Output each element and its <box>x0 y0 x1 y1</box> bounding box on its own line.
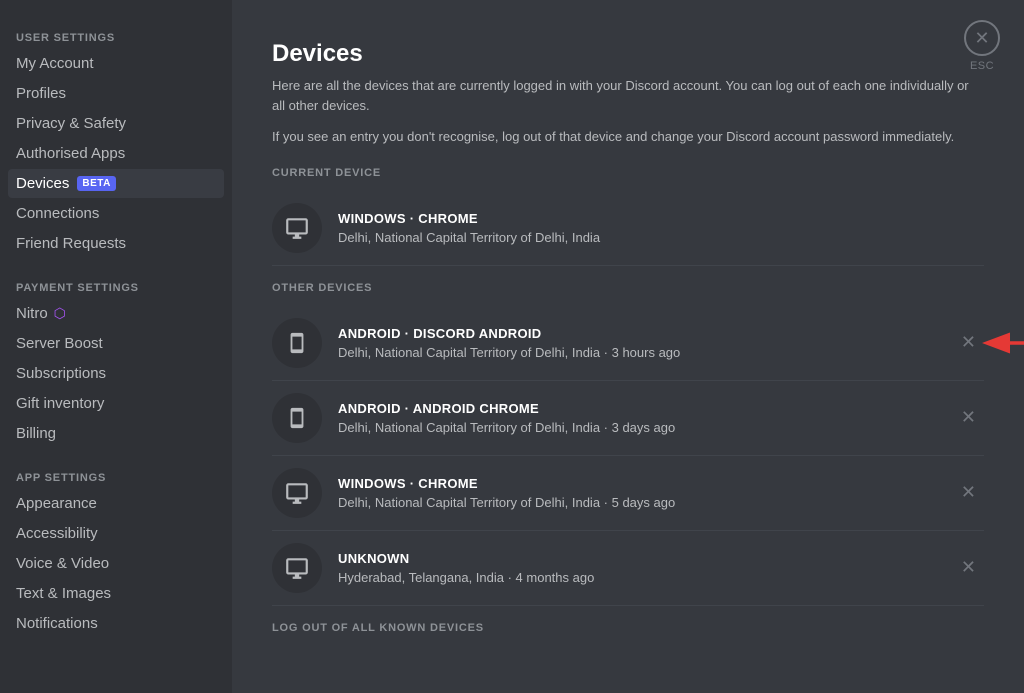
sidebar-item-authorised-apps[interactable]: Authorised Apps <box>8 139 224 168</box>
nitro-icon: ⬡ <box>54 305 66 322</box>
remove-device-button[interactable]: ✕ <box>953 328 984 357</box>
device-icon-mobile <box>272 318 322 368</box>
other-device-item: ANDROID · DISCORD ANDROID Delhi, Nationa… <box>272 306 984 381</box>
other-device-location: Hyderabad, Telangana, India · 4 months a… <box>338 570 953 585</box>
device-icon-desktop <box>272 543 322 593</box>
other-device-name: WINDOWS · CHROME <box>338 476 953 491</box>
sidebar-item-server-boost[interactable]: Server Boost <box>8 329 224 358</box>
sidebar-item-label: Text & Images <box>16 585 111 602</box>
log-out-section: LOG OUT OF ALL KNOWN DEVICES <box>272 622 984 634</box>
sidebar-item-label: Notifications <box>16 615 98 632</box>
sidebar-item-label: Privacy & Safety <box>16 115 126 132</box>
main-content: ✕ ESC Devices Here are all the devices t… <box>232 0 1024 693</box>
current-device-location: Delhi, National Capital Territory of Del… <box>338 230 984 245</box>
sidebar-item-subscriptions[interactable]: Subscriptions <box>8 359 224 388</box>
other-device-info: WINDOWS · CHROME Delhi, National Capital… <box>338 476 953 510</box>
sidebar-item-label: Friend Requests <box>16 235 126 252</box>
current-device-item: WINDOWS · CHROME Delhi, National Capital… <box>272 191 984 266</box>
mobile-icon <box>286 330 308 356</box>
sidebar-item-label: Profiles <box>16 85 66 102</box>
remove-device-button[interactable]: ✕ <box>953 478 984 507</box>
log-out-label: LOG OUT OF ALL KNOWN DEVICES <box>272 622 984 634</box>
sidebar-item-label: Server Boost <box>16 335 103 352</box>
device-icon-desktop <box>272 468 322 518</box>
sidebar-item-connections[interactable]: Connections <box>8 199 224 228</box>
sidebar-item-label: Accessibility <box>16 525 98 542</box>
current-device-info: WINDOWS · CHROME Delhi, National Capital… <box>338 211 984 245</box>
other-device-item: WINDOWS · CHROME Delhi, National Capital… <box>272 456 984 531</box>
other-device-item: UNKNOWN Hyderabad, Telangana, India · 4 … <box>272 531 984 606</box>
other-devices-label: OTHER DEVICES <box>272 282 984 294</box>
other-device-info: ANDROID · ANDROID CHROME Delhi, National… <box>338 401 953 435</box>
sidebar: USER SETTINGS My Account Profiles Privac… <box>0 0 232 693</box>
sidebar-item-notifications[interactable]: Notifications <box>8 609 224 638</box>
other-device-location: Delhi, National Capital Territory of Del… <box>338 420 953 435</box>
other-device-item: ANDROID · ANDROID CHROME Delhi, National… <box>272 381 984 456</box>
page-title: Devices <box>272 40 984 68</box>
other-device-location: Delhi, National Capital Territory of Del… <box>338 495 953 510</box>
other-device-info: ANDROID · DISCORD ANDROID Delhi, Nationa… <box>338 326 953 360</box>
other-device-location: Delhi, National Capital Territory of Del… <box>338 345 953 360</box>
sidebar-item-label: Authorised Apps <box>16 145 125 162</box>
user-settings-label: USER SETTINGS <box>8 24 224 48</box>
sidebar-item-label: Voice & Video <box>16 555 109 572</box>
sidebar-item-label: Appearance <box>16 495 97 512</box>
sidebar-item-billing[interactable]: Billing <box>8 419 224 448</box>
current-device-label: CURRENT DEVICE <box>272 167 984 179</box>
desktop-icon <box>284 555 310 581</box>
remove-device-button[interactable]: ✕ <box>953 553 984 582</box>
sidebar-item-appearance[interactable]: Appearance <box>8 489 224 518</box>
other-device-name: UNKNOWN <box>338 551 953 566</box>
sidebar-item-label: Subscriptions <box>16 365 106 382</box>
current-device-name: WINDOWS · CHROME <box>338 211 984 226</box>
page-description: Here are all the devices that are curren… <box>272 76 984 115</box>
sidebar-item-label: Billing <box>16 425 56 442</box>
sidebar-item-accessibility[interactable]: Accessibility <box>8 519 224 548</box>
sidebar-item-privacy-safety[interactable]: Privacy & Safety <box>8 109 224 138</box>
sidebar-item-label: Gift inventory <box>16 395 104 412</box>
other-devices-section: OTHER DEVICES ANDROID · DISCORD ANDROID … <box>272 282 984 606</box>
other-device-name: ANDROID · DISCORD ANDROID <box>338 326 953 341</box>
sidebar-item-label: Devices <box>16 175 69 192</box>
sidebar-item-friend-requests[interactable]: Friend Requests <box>8 229 224 258</box>
other-device-info: UNKNOWN Hyderabad, Telangana, India · 4 … <box>338 551 953 585</box>
page-warning: If you see an entry you don't recognise,… <box>272 127 984 147</box>
remove-device-button[interactable]: ✕ <box>953 403 984 432</box>
payment-settings-label: PAYMENT SETTINGS <box>8 274 224 298</box>
other-device-name: ANDROID · ANDROID CHROME <box>338 401 953 416</box>
esc-label: ESC <box>970 60 994 72</box>
sidebar-item-label: Connections <box>16 205 99 222</box>
sidebar-item-label: Nitro <box>16 305 48 322</box>
device-icon-mobile <box>272 393 322 443</box>
beta-badge: BETA <box>77 176 115 191</box>
desktop-icon <box>284 215 310 241</box>
sidebar-item-my-account[interactable]: My Account <box>8 49 224 78</box>
device-icon-desktop <box>272 203 322 253</box>
sidebar-item-profiles[interactable]: Profiles <box>8 79 224 108</box>
sidebar-item-text-images[interactable]: Text & Images <box>8 579 224 608</box>
sidebar-item-nitro[interactable]: Nitro ⬡ <box>8 299 224 328</box>
close-icon[interactable]: ✕ <box>964 20 1000 56</box>
desktop-icon <box>284 480 310 506</box>
red-arrow-indicator <box>979 323 1024 363</box>
sidebar-item-label: My Account <box>16 55 94 72</box>
mobile-icon <box>286 405 308 431</box>
sidebar-item-gift-inventory[interactable]: Gift inventory <box>8 389 224 418</box>
sidebar-item-voice-video[interactable]: Voice & Video <box>8 549 224 578</box>
close-button[interactable]: ✕ ESC <box>964 20 1000 72</box>
app-settings-label: APP SETTINGS <box>8 464 224 488</box>
sidebar-item-devices[interactable]: Devices BETA <box>8 169 224 198</box>
